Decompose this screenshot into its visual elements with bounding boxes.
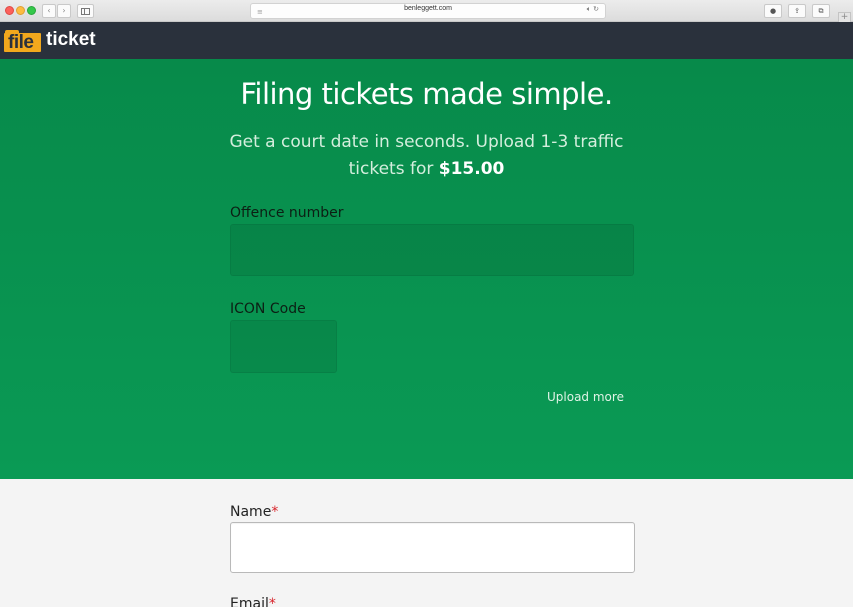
- share-icon: ⇪: [794, 7, 800, 15]
- offence-number-input[interactable]: [230, 224, 634, 276]
- name-label-text: Name: [230, 504, 272, 520]
- site-header: file ticket: [0, 22, 853, 59]
- email-label-text: Email: [230, 596, 269, 607]
- price-text: $15.00: [438, 159, 505, 179]
- logo-ticket-text: ticket: [46, 29, 96, 50]
- hero-subline-text: Get a court date in seconds. Upload 1-3 …: [229, 132, 624, 179]
- site-logo[interactable]: file ticket: [4, 27, 96, 53]
- address-bar[interactable]: ≡ benleggett.com 🔈︎ ↻: [250, 3, 606, 19]
- contact-section: Name* Email*: [0, 479, 853, 607]
- hero-section: Filing tickets made simple. Get a court …: [0, 59, 853, 479]
- tabs-button[interactable]: ⧉: [812, 4, 830, 18]
- name-input[interactable]: [230, 522, 635, 573]
- browser-window: ‹ › ≡ benleggett.com 🔈︎ ↻ ● ⇪ ⧉ + file t…: [0, 0, 853, 607]
- email-label: Email*: [230, 596, 276, 607]
- sidebar-toggle-button[interactable]: [77, 4, 94, 18]
- share-button[interactable]: ⇪: [788, 4, 806, 18]
- tabs-icon: ⧉: [818, 6, 824, 15]
- browser-toolbar: ‹ › ≡ benleggett.com 🔈︎ ↻ ● ⇪ ⧉ +: [0, 0, 853, 23]
- logo-file-text: file: [8, 32, 34, 53]
- name-required-mark: *: [271, 504, 279, 520]
- name-label: Name*: [230, 504, 278, 520]
- hero-headline: Filing tickets made simple.: [240, 77, 613, 111]
- icon-code-label: ICON Code: [230, 301, 306, 317]
- icon-code-input[interactable]: [230, 320, 337, 373]
- back-button[interactable]: ‹: [42, 4, 56, 18]
- upload-more-link[interactable]: Upload more: [547, 390, 624, 404]
- info-button[interactable]: ●: [764, 4, 782, 18]
- forward-button[interactable]: ›: [57, 4, 71, 18]
- reload-icon[interactable]: 🔈︎ ↻: [587, 5, 599, 14]
- zoom-window-button[interactable]: [27, 6, 36, 15]
- address-url: benleggett.com: [404, 5, 452, 12]
- sidebar-icon: [81, 7, 90, 15]
- chevron-right-icon: ›: [62, 6, 66, 15]
- folder-logo-icon: file: [4, 28, 42, 53]
- info-icon: ●: [769, 7, 777, 15]
- close-window-button[interactable]: [5, 6, 14, 15]
- minimize-window-button[interactable]: [16, 6, 25, 15]
- hero-subline: Get a court date in seconds. Upload 1-3 …: [226, 129, 627, 183]
- offence-number-label: Offence number: [230, 205, 344, 221]
- email-required-mark: *: [268, 596, 276, 607]
- chevron-left-icon: ‹: [47, 6, 51, 15]
